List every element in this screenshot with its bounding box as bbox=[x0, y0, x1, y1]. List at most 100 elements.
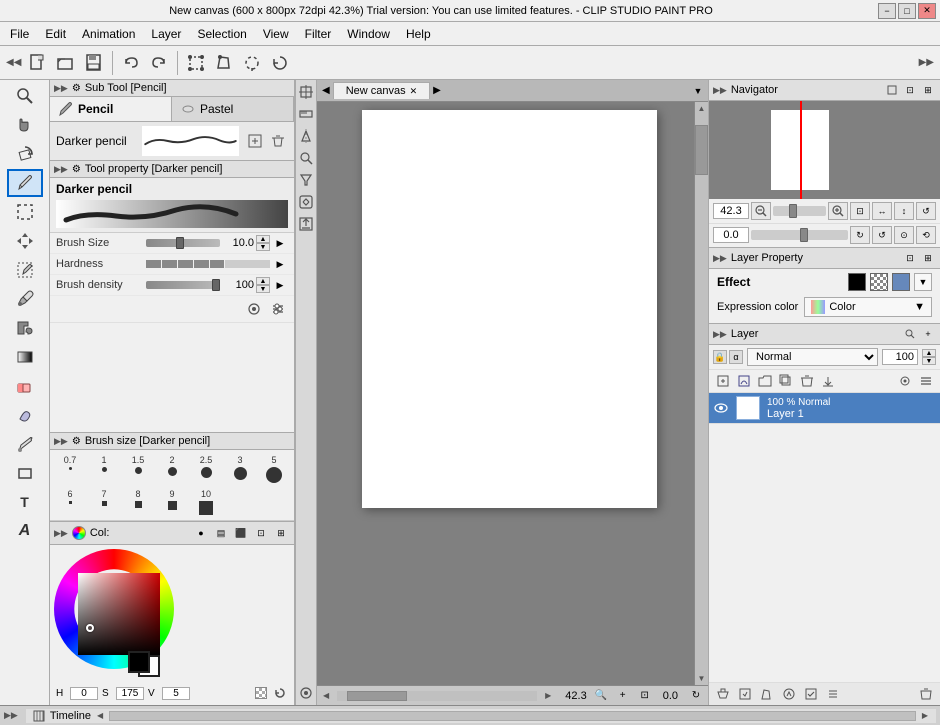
layer-lock-alpha-btn[interactable]: α bbox=[729, 350, 743, 364]
tool-shape[interactable] bbox=[7, 459, 43, 487]
toolbar-transform-button[interactable] bbox=[183, 50, 209, 76]
layer-add-btn[interactable]: + bbox=[920, 326, 936, 342]
canvas-tab-close[interactable]: ✕ bbox=[410, 86, 418, 97]
canvas-viewport[interactable]: ▲ ▼ bbox=[317, 102, 708, 685]
toolbar-undo-button[interactable] bbox=[118, 50, 144, 76]
toolbar-rotate-button[interactable] bbox=[267, 50, 293, 76]
effect-pattern-swatch[interactable] bbox=[870, 273, 888, 291]
menu-layer[interactable]: Layer bbox=[143, 25, 189, 43]
hscroll-left[interactable]: ◀ bbox=[321, 689, 331, 702]
canvas-zoom-in-btn[interactable]: + bbox=[615, 688, 631, 704]
menu-help[interactable]: Help bbox=[398, 25, 439, 43]
layer-copy-btn[interactable] bbox=[776, 372, 796, 390]
symmetry-button[interactable] bbox=[296, 126, 316, 146]
nav-rotate-90-btn[interactable]: ⟲ bbox=[916, 226, 936, 244]
layer-blend-mode-select[interactable]: Normal Multiply Screen Overlay bbox=[747, 348, 878, 366]
settings-btn[interactable] bbox=[244, 299, 264, 319]
nav-zoom-in-btn[interactable] bbox=[828, 202, 848, 220]
tool-blend[interactable] bbox=[7, 401, 43, 429]
color-circle-view-btn[interactable]: ● bbox=[192, 524, 210, 542]
timeline-track[interactable] bbox=[109, 711, 916, 721]
layer-lock-btn[interactable]: 🔒 bbox=[713, 350, 727, 364]
tool-select-rect[interactable] bbox=[7, 198, 43, 226]
expr-color-dropdown[interactable]: Color ▼ bbox=[804, 297, 932, 317]
layer-panel-collapse[interactable]: ▶▶ bbox=[713, 329, 727, 340]
canvas-drawing-area[interactable] bbox=[317, 102, 694, 685]
color-convert-btn[interactable] bbox=[296, 192, 316, 212]
hscroll-thumb[interactable] bbox=[347, 691, 407, 701]
density-down[interactable]: ▼ bbox=[256, 285, 270, 293]
tool-gradient[interactable] bbox=[7, 343, 43, 371]
layer-settings-btn[interactable] bbox=[895, 372, 915, 390]
layer-opacity-spinner[interactable]: ▲ ▼ bbox=[922, 349, 936, 365]
tool-a-text[interactable]: A bbox=[7, 517, 43, 545]
tool-move[interactable] bbox=[7, 227, 43, 255]
brush-size-1.5[interactable]: 1.5 bbox=[122, 453, 154, 485]
layer-opacity-input[interactable] bbox=[882, 349, 918, 365]
foreground-color-swatch[interactable] bbox=[128, 651, 150, 673]
brush-size-9[interactable]: 9 bbox=[156, 487, 188, 517]
effect-black-swatch[interactable] bbox=[848, 273, 866, 291]
effect-dropdown[interactable]: ▼ bbox=[914, 273, 932, 291]
tool-rotate-canvas[interactable] bbox=[7, 140, 43, 168]
menu-edit[interactable]: Edit bbox=[37, 25, 74, 43]
layer-bottom-btn-4[interactable] bbox=[779, 685, 799, 703]
toolbar-new-button[interactable] bbox=[25, 50, 51, 76]
tool-selection-pen[interactable] bbox=[7, 256, 43, 284]
layer-prop-btn-1[interactable]: ⊡ bbox=[902, 250, 918, 266]
color-hue-btn[interactable]: ▤ bbox=[212, 524, 230, 542]
brush-size-panel-collapse[interactable]: ▶▶ bbox=[54, 436, 68, 447]
brush-density-spinner[interactable]: ▲ ▼ bbox=[256, 277, 270, 293]
brush-size-10[interactable]: 10 bbox=[190, 487, 222, 517]
nav-btn-2[interactable]: ⊡ bbox=[902, 82, 918, 98]
timeline-scroll-right[interactable]: ▶ bbox=[920, 709, 930, 722]
nav-angle-reset-btn[interactable]: ⊙ bbox=[894, 226, 914, 244]
canvas-zoom-fit-btn[interactable]: ⊡ bbox=[637, 688, 653, 704]
brush-size-up[interactable]: ▲ bbox=[256, 235, 270, 243]
tool-text[interactable]: T bbox=[7, 488, 43, 516]
brush-settings-btn[interactable] bbox=[268, 299, 288, 319]
brush-size-spinner[interactable]: ▲ ▼ bbox=[256, 235, 270, 251]
canvas-tab-left-arrow[interactable]: ◀ bbox=[319, 85, 333, 96]
layer-bottom-btn-2[interactable] bbox=[735, 685, 755, 703]
color-history-btn[interactable]: ⊞ bbox=[272, 524, 290, 542]
sub-tool-collapse-btn[interactable]: ▶▶ bbox=[54, 83, 68, 94]
canvas-navigate-btn[interactable] bbox=[296, 683, 316, 703]
brush-size-7[interactable]: 7 bbox=[88, 487, 120, 517]
close-button[interactable]: ✕ bbox=[918, 3, 936, 19]
navigator-collapse[interactable]: ▶▶ bbox=[713, 85, 727, 96]
vscroll-down[interactable]: ▼ bbox=[695, 672, 708, 685]
brush-size-8[interactable]: 8 bbox=[122, 487, 154, 517]
nav-btn-3[interactable]: ⊞ bbox=[920, 82, 936, 98]
brush-tab-pencil[interactable]: Pencil bbox=[50, 97, 172, 121]
toolbar-save-button[interactable] bbox=[81, 50, 107, 76]
menu-selection[interactable]: Selection bbox=[189, 25, 254, 43]
color-wheel-container[interactable] bbox=[54, 549, 184, 679]
navigator-zoom-input[interactable] bbox=[713, 203, 749, 219]
layer-new-vector-btn[interactable] bbox=[734, 372, 754, 390]
toolbar-collapse-left[interactable]: ◀◀ bbox=[4, 55, 23, 70]
brush-size-2.5[interactable]: 2.5 bbox=[190, 453, 222, 485]
menu-view[interactable]: View bbox=[255, 25, 297, 43]
search-similar-button[interactable] bbox=[296, 148, 316, 168]
menu-filter[interactable]: Filter bbox=[297, 25, 340, 43]
canvas-zoom-out-btn[interactable]: 🔍 bbox=[593, 688, 609, 704]
timeline-scroll-left[interactable]: ◀ bbox=[95, 709, 105, 722]
canvas-vscroll[interactable]: ▲ ▼ bbox=[694, 102, 708, 685]
tool-zoom[interactable] bbox=[7, 82, 43, 110]
brush-preset-add-btn[interactable] bbox=[245, 131, 265, 151]
layer-search-btn[interactable] bbox=[902, 326, 918, 342]
nav-zoom-out-btn[interactable] bbox=[751, 202, 771, 220]
color-refresh-btn[interactable] bbox=[272, 685, 288, 701]
nav-btn-1[interactable] bbox=[884, 82, 900, 98]
toolbar-collapse-right[interactable]: ▶▶ bbox=[917, 55, 936, 70]
canvas-tab-right-arrow[interactable]: ▶ bbox=[430, 85, 444, 96]
layer-bottom-btn-5[interactable] bbox=[801, 685, 821, 703]
nav-flip-v-btn[interactable]: ↕ bbox=[894, 202, 914, 220]
effect-blue-swatch[interactable] bbox=[892, 273, 910, 291]
brush-size-1[interactable]: 1 bbox=[88, 453, 120, 485]
density-up[interactable]: ▲ bbox=[256, 277, 270, 285]
navigator-zoom-slider[interactable] bbox=[773, 206, 826, 216]
layer-bottom-btn-7[interactable] bbox=[916, 685, 936, 703]
canvas-export-btn[interactable] bbox=[296, 214, 316, 234]
